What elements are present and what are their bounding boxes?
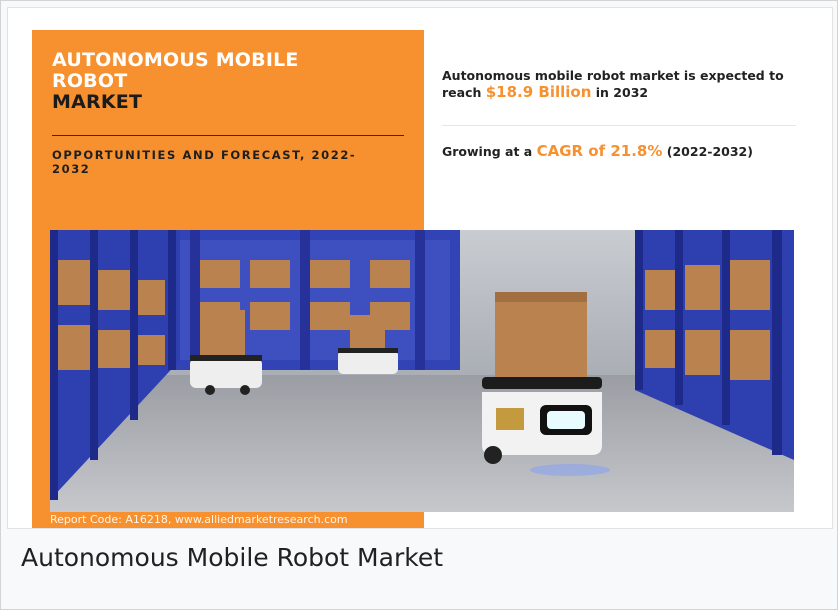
- warehouse-robots-photo: [50, 230, 794, 512]
- headline-line-2: ROBOT: [52, 70, 128, 92]
- warehouse-illustration: [50, 230, 794, 512]
- market-size-suffix: in 2032: [595, 85, 649, 100]
- infographic-image[interactable]: AUTONOMOUS MOBILE ROBOT MARKET OPPORTUNI…: [7, 7, 833, 529]
- market-size-stat: Autonomous mobile robot market is expect…: [442, 68, 802, 101]
- headline-line-1: AUTONOMOUS MOBILE: [52, 49, 299, 71]
- subheading: OPPORTUNITIES AND FORECAST, 2022-2032: [52, 148, 357, 176]
- headline: AUTONOMOUS MOBILE ROBOT MARKET: [52, 50, 402, 113]
- cagr-suffix: (2022-2032): [666, 144, 753, 159]
- stats-panel: Autonomous mobile robot market is expect…: [424, 30, 808, 220]
- thumbnail-frame: AUTONOMOUS MOBILE ROBOT MARKET OPPORTUNI…: [0, 0, 838, 610]
- headline-divider: [52, 135, 404, 136]
- market-size-value: $18.9 Billion: [485, 83, 592, 101]
- stats-divider: [442, 125, 796, 126]
- headline-line-3: MARKET: [52, 91, 143, 113]
- image-caption: Autonomous Mobile Robot Market: [21, 543, 443, 572]
- cagr-prefix: Growing at a: [442, 144, 533, 159]
- cagr-stat: Growing at a CAGR of 21.8% (2022-2032): [442, 142, 802, 161]
- cagr-value: CAGR of 21.8%: [536, 142, 663, 160]
- report-code: Report Code: A16218, www.alliedmarketres…: [50, 513, 348, 526]
